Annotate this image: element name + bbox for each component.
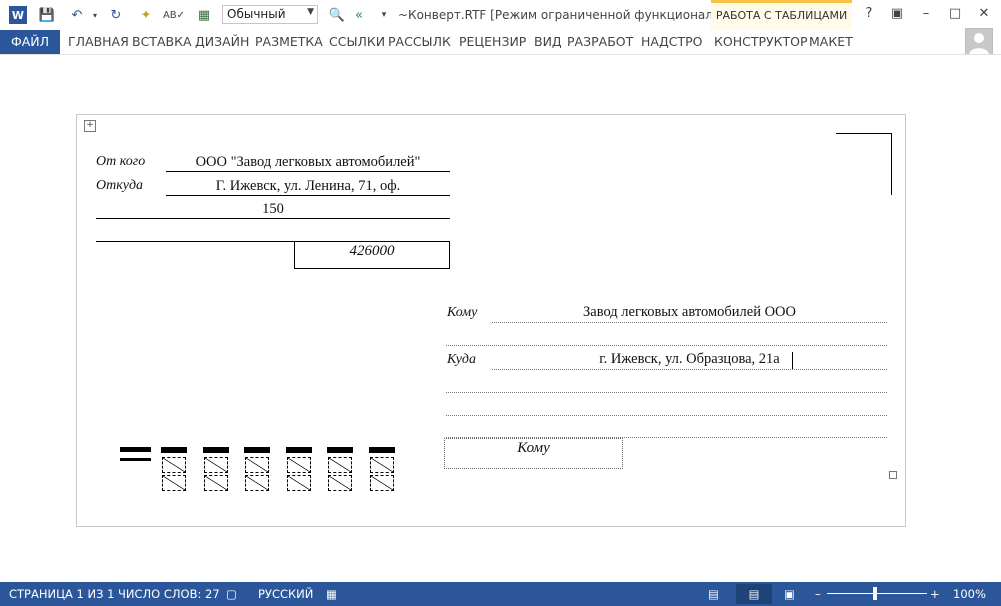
postcode-digit-zone <box>244 447 271 491</box>
style-select-value: Обычный <box>227 7 286 21</box>
whence-line-2 <box>96 218 450 219</box>
ribbon-display-icon[interactable]: ▣ <box>887 6 907 21</box>
maximize-icon[interactable]: □ <box>945 6 965 21</box>
new-document-icon[interactable]: ✦ <box>137 6 155 24</box>
where-value[interactable]: г. Ижевск, ул. Образцова, 21а <box>492 351 887 368</box>
whence-line <box>166 195 450 196</box>
whence-label: Откуда <box>96 178 144 193</box>
print-preview-icon[interactable]: 🔍 <box>328 6 346 24</box>
word-app-icon[interactable]: W <box>9 6 27 24</box>
to-line-2 <box>446 345 887 346</box>
tab-table-design[interactable]: КОНСТРУКТОР <box>714 34 808 49</box>
sender-index: 426000 <box>349 243 395 259</box>
tab-developer[interactable]: РАЗРАБОТ <box>567 34 633 49</box>
save-icon[interactable]: 💾 <box>38 6 56 24</box>
back-icon[interactable]: « <box>350 6 368 24</box>
where-label: Куда <box>447 352 476 367</box>
status-bar: СТРАНИЦА 1 ИЗ 1 ЧИСЛО СЛОВ: 27 ▢ РУССКИЙ… <box>0 582 1001 606</box>
zoom-in-icon[interactable]: + <box>930 587 940 601</box>
tab-file[interactable]: ФАЙЛ <box>0 30 60 54</box>
where-line-3 <box>446 415 887 416</box>
postcode-digit-zone <box>369 447 395 491</box>
user-avatar[interactable] <box>965 28 993 56</box>
whence-value-line2[interactable]: 150 <box>96 201 450 218</box>
postcode-digit-zone <box>285 447 312 491</box>
help-button[interactable]: ? <box>859 6 879 21</box>
recipient-index-label: Кому <box>517 440 550 456</box>
word-count[interactable]: ЧИСЛО СЛОВ: 27 <box>118 587 220 601</box>
web-layout-icon[interactable]: ▣ <box>784 587 795 601</box>
whence-value[interactable]: Г. Ижевск, ул. Ленина, 71, оф. <box>166 178 450 195</box>
to-line <box>492 322 887 323</box>
print-layout-icon[interactable]: ▤ <box>736 584 772 604</box>
where-line <box>492 369 887 370</box>
read-mode-icon[interactable]: ▤ <box>708 587 719 601</box>
undo-dropdown-icon[interactable]: ▾ <box>86 6 104 24</box>
postcode-marker-2 <box>120 458 151 461</box>
stamp-corner-top <box>836 133 892 134</box>
recipient-index-box[interactable]: Кому <box>444 438 623 469</box>
postcode-digit-zone <box>161 447 187 491</box>
zoom-slider-track[interactable] <box>827 593 927 594</box>
macro-icon[interactable]: ▦ <box>326 587 337 601</box>
tab-addins[interactable]: НАДСТРО <box>641 34 702 49</box>
customize-qat-icon[interactable]: ▾ <box>375 6 393 24</box>
postcode-digit-zone <box>327 447 354 491</box>
from-line <box>166 171 450 172</box>
tab-review[interactable]: РЕЦЕНЗИР <box>459 34 526 49</box>
tab-layout[interactable]: РАЗМЕТКА <box>255 34 323 49</box>
page-count[interactable]: СТРАНИЦА 1 ИЗ 1 <box>9 587 114 601</box>
tab-insert[interactable]: ВСТАВКА <box>132 34 192 49</box>
tab-references[interactable]: ССЫЛКИ <box>329 34 385 49</box>
to-label: Кому <box>447 305 478 320</box>
chevron-down-icon: ▼ <box>307 7 314 17</box>
table-tools-label: РАБОТА С ТАБЛИЦАМИ <box>711 0 852 30</box>
table-resize-handle[interactable] <box>889 471 897 479</box>
tab-table-layout[interactable]: МАКЕТ <box>809 34 853 49</box>
title-bar: W 💾 ↶ ▾ ↻ ✦ AB✓ ▦ Обычный ▼ 🔍 « ▾ ~Конве… <box>0 0 1001 30</box>
text-cursor <box>792 352 793 370</box>
language[interactable]: РУССКИЙ <box>258 587 313 601</box>
stamp-corner-side <box>891 133 892 195</box>
tab-mailings[interactable]: РАССЫЛК <box>388 34 451 49</box>
proofing-icon[interactable]: ▢ <box>226 587 237 601</box>
tab-design[interactable]: ДИЗАЙН <box>195 34 249 49</box>
minimize-icon[interactable]: – <box>916 6 936 21</box>
postcode-marker-1 <box>120 447 151 452</box>
table-move-handle-icon[interactable]: + <box>84 120 96 132</box>
tab-view[interactable]: ВИД <box>534 34 562 49</box>
spelling-icon[interactable]: AB✓ <box>163 6 185 24</box>
where-line-2 <box>446 392 887 393</box>
postcode-digit-zone <box>202 447 229 491</box>
document-title: ~Конверт.RTF [Режим ограниченной функцио… <box>398 8 740 22</box>
style-select[interactable]: Обычный ▼ <box>222 5 318 24</box>
undo-icon[interactable]: ↶ <box>68 6 86 24</box>
sender-index-box[interactable]: 426000 <box>294 241 450 269</box>
tab-home[interactable]: ГЛАВНАЯ <box>68 34 129 49</box>
zoom-level[interactable]: 100% <box>953 587 986 601</box>
insert-table-icon[interactable]: ▦ <box>195 6 213 24</box>
from-label: От кого <box>96 154 146 169</box>
redo-icon[interactable]: ↻ <box>107 6 125 24</box>
envelope-page[interactable]: + От кого ООО "Завод легковых автомобиле… <box>76 114 906 527</box>
to-value[interactable]: Завод легковых автомобилей ООО <box>492 304 887 321</box>
from-value[interactable]: ООО "Завод легковых автомобилей" <box>166 154 450 171</box>
zoom-out-icon[interactable]: – <box>815 587 821 601</box>
close-icon[interactable]: ✕ <box>974 6 994 21</box>
zoom-slider-thumb[interactable] <box>873 587 877 600</box>
